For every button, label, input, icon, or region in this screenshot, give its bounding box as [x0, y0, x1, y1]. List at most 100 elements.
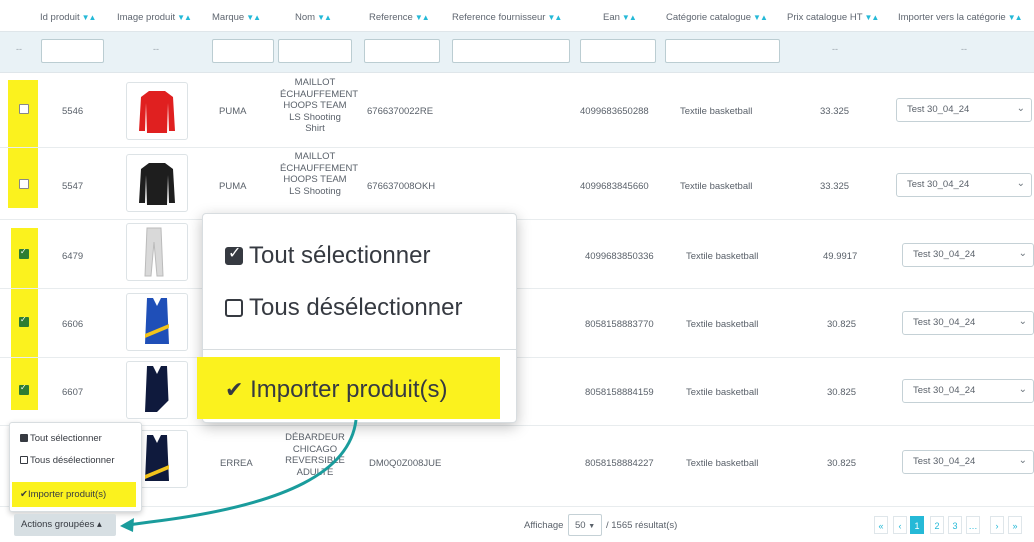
chevron-down-icon: ▼ [588, 523, 596, 530]
divider [203, 349, 516, 350]
filter-name-input[interactable] [278, 39, 352, 63]
header-price[interactable]: Prix catalogue HT ▼▲ [787, 12, 879, 23]
table-row[interactable]: 6606 8058158883770 Textile basketball 30… [0, 289, 1034, 358]
row-checkbox[interactable] [19, 179, 29, 189]
filter-ean-input[interactable] [580, 39, 656, 63]
page-last[interactable]: » [1008, 516, 1022, 534]
import-products-item[interactable]: ✔Importer produit(s) [20, 489, 106, 500]
page-prev[interactable]: ‹ [893, 516, 907, 534]
page-1[interactable]: 1 [910, 516, 924, 534]
filter-dash: -- [153, 44, 159, 54]
cell-ean: 4099683845660 [580, 181, 649, 192]
per-page-select[interactable]: 50 ▼ [568, 514, 602, 536]
import-category-select[interactable]: Test 30_04_24 ⌄ [902, 311, 1034, 335]
import-products-item[interactable]: ✔ Importer produit(s) [225, 376, 448, 404]
row-checkbox[interactable] [19, 315, 29, 327]
page-ellipsis: … [966, 516, 980, 534]
select-all-item[interactable]: Tout sélectionner [20, 433, 102, 444]
deselect-all-item[interactable]: Tous désélectionner [225, 294, 462, 322]
cell-id: 6479 [62, 251, 84, 262]
cell-brand: PUMA [219, 181, 247, 192]
checkbox-checked-icon [225, 243, 243, 265]
filter-supplier-reference-input[interactable] [452, 39, 570, 63]
import-category-select[interactable]: Test 30_04_24 ⌄ [896, 173, 1032, 197]
row-checkbox[interactable] [19, 383, 29, 395]
row-checkbox[interactable] [19, 104, 29, 114]
header-image[interactable]: Image produit ▼▲ [117, 12, 192, 23]
cell-category: Textile basketball [686, 458, 759, 469]
results-count: / 1565 résultat(s) [606, 520, 678, 531]
header-reference[interactable]: Reference ▼▲ [369, 12, 430, 23]
filter-category-input[interactable] [665, 39, 780, 63]
cell-ean: 4099683850336 [585, 251, 654, 262]
header-id[interactable]: Id produit ▼▲ [40, 12, 96, 23]
cell-name: DÉBARDEUR CHICAGO REVERSIBLE ADULTE [285, 432, 345, 478]
chevron-down-icon: ⌄ [1018, 455, 1027, 466]
page-2[interactable]: 2 [930, 516, 944, 534]
check-icon: ✔ [20, 489, 28, 500]
filter-dash: -- [961, 44, 967, 54]
black-shirt-image [139, 163, 175, 205]
cell-id: 6606 [62, 319, 84, 330]
row-checkbox[interactable] [19, 247, 29, 259]
import-category-select[interactable]: Test 30_04_24 ⌄ [902, 450, 1034, 474]
table-row[interactable]: 5546 PUMA MAILLOT ÉCHAUFFEMENT HOOPS TEA… [0, 76, 1034, 148]
import-category-select[interactable]: Test 30_04_24 ⌄ [902, 243, 1034, 267]
import-category-select[interactable]: Test 30_04_24 ⌄ [896, 98, 1032, 122]
chevron-down-icon: ⌄ [1018, 316, 1027, 327]
cell-price: 49.9917 [823, 251, 858, 262]
select-all-item[interactable]: Tout sélectionner [225, 242, 430, 270]
table-row[interactable]: 6607 8058158884159 Textile basketball 30… [0, 358, 1034, 426]
filter-dash: -- [16, 44, 22, 54]
bulk-actions-menu: Tout sélectionner Tous désélectionner ✔I… [9, 422, 142, 512]
header-ean[interactable]: Ean ▼▲ [603, 12, 637, 23]
cell-name: MAILLOT ÉCHAUFFEMENT HOOPS TEAM LS Shoot… [280, 151, 359, 197]
cell-reference: 6766370022RE [367, 106, 434, 117]
product-image [126, 293, 188, 351]
blue-jersey-image [145, 298, 169, 344]
bulk-actions-zoom-menu: Tout sélectionner Tous désélectionner ✔ … [197, 213, 517, 423]
filter-row: -- -- -- -- [0, 31, 1034, 73]
header-category[interactable]: Catégorie catalogue ▼▲ [666, 12, 768, 23]
cell-ean: 4099683650288 [580, 106, 649, 117]
cell-price: 30.825 [827, 458, 857, 469]
page-first[interactable]: « [874, 516, 888, 534]
chevron-down-icon: ⌄ [1018, 384, 1027, 395]
cell-price: 33.325 [820, 106, 850, 117]
cell-ean: 8058158883770 [585, 319, 654, 330]
filter-dash: -- [832, 44, 838, 54]
cell-price: 33.325 [820, 181, 850, 192]
page-3[interactable]: 3 [948, 516, 962, 534]
header-import-category[interactable]: Importer vers la catégorie ▼▲ [898, 12, 1023, 23]
cell-category: Textile basketball [686, 251, 759, 262]
header-supplier-reference[interactable]: Reference fournisseur ▼▲ [452, 12, 562, 23]
import-category-select[interactable]: Test 30_04_24 ⌄ [902, 379, 1034, 403]
cell-name: MAILLOT ÉCHAUFFEMENT HOOPS TEAM LS Shoot… [280, 77, 359, 134]
cell-brand: PUMA [219, 106, 247, 117]
bulk-actions-button[interactable]: Actions groupées ▴ [14, 514, 116, 536]
product-image [126, 223, 188, 281]
cell-ean: 8058158884227 [585, 458, 654, 469]
cell-id: 5547 [62, 181, 84, 192]
table-row[interactable]: ERREA DÉBARDEUR CHICAGO REVERSIBLE ADULT… [0, 426, 1034, 507]
cell-price: 30.825 [827, 387, 857, 398]
red-shirt-image [139, 91, 175, 133]
product-image [126, 154, 188, 212]
filter-id-input[interactable] [41, 39, 104, 63]
chevron-down-icon: ⌄ [1016, 103, 1025, 114]
page-next[interactable]: › [990, 516, 1004, 534]
table-row[interactable]: 6479 4099683850336 Textile basketball 49… [0, 220, 1034, 289]
filter-brand-input[interactable] [212, 39, 274, 63]
cell-reference: DM0Q0Z008JUE [369, 458, 442, 469]
cell-price: 30.825 [827, 319, 857, 330]
header-brand[interactable]: Marque ▼▲ [212, 12, 261, 23]
cell-ean: 8058158884159 [585, 387, 654, 398]
checkbox-empty-icon [225, 299, 243, 317]
header-name[interactable]: Nom ▼▲ [295, 12, 332, 23]
deselect-all-item[interactable]: Tous désélectionner [20, 455, 115, 466]
filter-reference-input[interactable] [364, 39, 440, 63]
navy-jersey-image [145, 366, 169, 412]
table-row[interactable]: 5547 PUMA MAILLOT ÉCHAUFFEMENT HOOPS TEA… [0, 148, 1034, 220]
check-icon: ✔ [225, 377, 244, 402]
cell-category: Textile basketball [686, 387, 759, 398]
